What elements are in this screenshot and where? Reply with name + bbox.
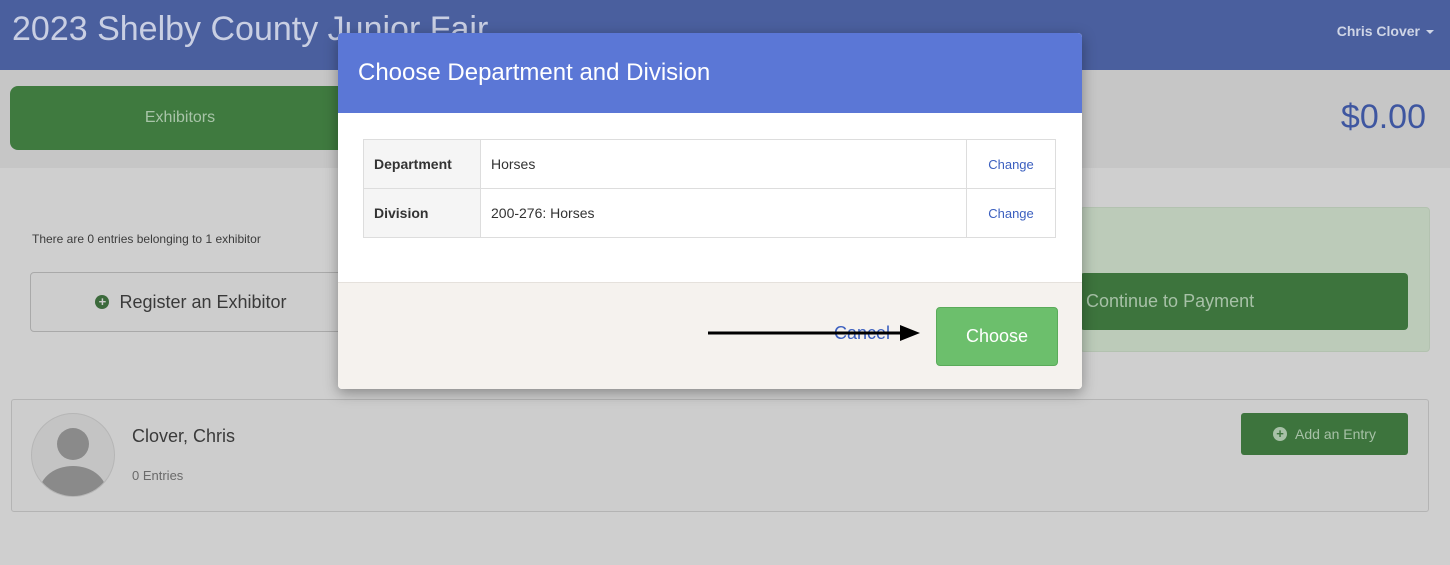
change-division-link[interactable]: Change bbox=[988, 206, 1034, 221]
user-menu[interactable]: Chris Clover bbox=[1337, 23, 1434, 39]
department-label: Department bbox=[363, 139, 481, 189]
continue-to-payment-label: Continue to Payment bbox=[1086, 291, 1255, 311]
division-value: 200-276: Horses bbox=[480, 188, 967, 238]
modal-footer: Cancel Choose bbox=[338, 282, 1082, 389]
selection-table: Department Horses Change Division 200-27… bbox=[363, 139, 1056, 238]
register-exhibitor-button[interactable]: + Register an Exhibitor bbox=[30, 272, 352, 332]
exhibitor-name[interactable]: Clover, Chris bbox=[132, 426, 235, 447]
choose-button[interactable]: Choose bbox=[936, 307, 1058, 366]
entries-summary: There are 0 entries belonging to 1 exhib… bbox=[32, 232, 261, 246]
choose-department-modal: Choose Department and Division Departmen… bbox=[338, 33, 1082, 389]
exhibitor-entry-count: 0 Entries bbox=[132, 468, 184, 483]
modal-title: Choose Department and Division bbox=[358, 59, 711, 86]
table-row-department: Department Horses Change bbox=[363, 139, 1056, 189]
choose-button-label: Choose bbox=[965, 326, 1029, 346]
user-avatar-icon bbox=[31, 413, 115, 497]
add-entry-button[interactable]: + Add an Entry bbox=[1241, 413, 1408, 455]
division-label: Division bbox=[363, 188, 481, 238]
continue-to-payment-button[interactable]: Continue to Payment bbox=[1080, 273, 1408, 330]
register-exhibitor-label: Register an Exhibitor bbox=[119, 291, 287, 312]
change-department-link[interactable]: Change bbox=[988, 157, 1034, 172]
avatar-head bbox=[57, 428, 89, 460]
arrow-right-icon bbox=[708, 325, 920, 341]
exhibitor-card bbox=[11, 399, 1429, 512]
tab-exhibitors[interactable]: Exhibitors bbox=[10, 86, 350, 150]
plus-circle-icon: + bbox=[1273, 427, 1288, 441]
caret-down-icon bbox=[1426, 30, 1434, 35]
add-entry-label: Add an Entry bbox=[1295, 426, 1376, 442]
division-change-cell: Change bbox=[966, 188, 1056, 238]
table-row-division: Division 200-276: Horses Change bbox=[363, 188, 1056, 238]
tab-exhibitors-label: Exhibitors bbox=[144, 109, 216, 126]
plus-circle-icon: + bbox=[95, 295, 110, 309]
modal-header: Choose Department and Division bbox=[338, 33, 1082, 113]
avatar-body bbox=[40, 466, 106, 496]
page: 2023 Shelby County Junior Fair Chris Clo… bbox=[0, 0, 1450, 565]
department-change-cell: Change bbox=[966, 139, 1056, 189]
department-value: Horses bbox=[480, 139, 967, 189]
cart-total: $0.00 bbox=[1340, 98, 1426, 136]
user-name: Chris Clover bbox=[1336, 23, 1420, 39]
